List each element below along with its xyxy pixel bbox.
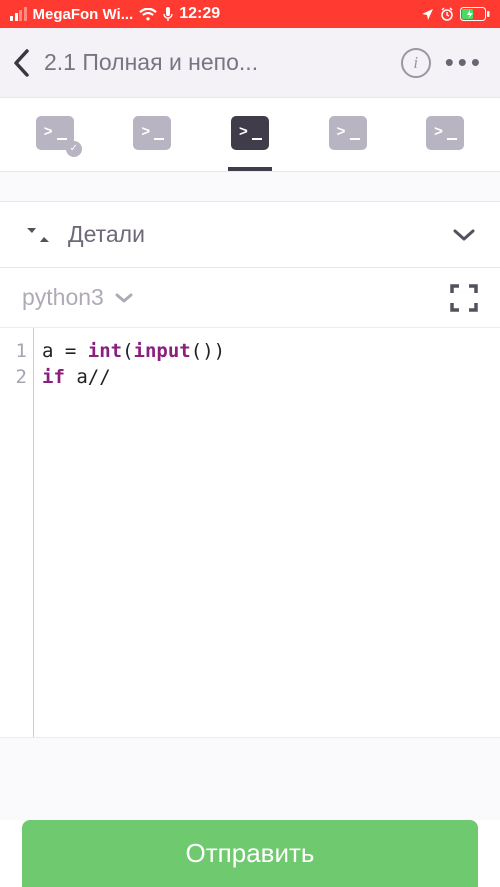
carrier-label: MegaFon Wi...	[33, 6, 134, 23]
signal-icon	[10, 7, 27, 21]
status-left: MegaFon Wi... 12:29	[10, 5, 220, 23]
page-title: 2.1 Полная и непо...	[44, 49, 387, 76]
bottom-gap	[0, 738, 500, 820]
back-button[interactable]	[12, 48, 30, 78]
status-bar: MegaFon Wi... 12:29	[0, 0, 500, 28]
submit-label: Отправить	[186, 838, 315, 869]
tab-4[interactable]	[326, 98, 370, 171]
status-right	[421, 7, 490, 21]
line-gutter: 12	[0, 328, 34, 737]
wifi-icon	[139, 8, 157, 21]
details-icon	[24, 223, 52, 247]
language-bar: python3	[0, 268, 500, 328]
chevron-down-icon[interactable]	[114, 292, 134, 304]
tabs-bar: ✓	[0, 98, 500, 172]
tab-2[interactable]	[130, 98, 174, 171]
code-editor[interactable]: 12 a = int(input()) if a//	[0, 328, 500, 738]
alarm-icon	[440, 7, 454, 21]
location-icon	[421, 8, 434, 21]
terminal-icon	[329, 116, 367, 150]
submit-wrap: Отправить	[0, 820, 500, 887]
gap	[0, 172, 500, 202]
code-area[interactable]: a = int(input()) if a//	[34, 328, 500, 737]
details-label: Детали	[68, 221, 436, 248]
tab-3[interactable]	[228, 98, 272, 171]
language-select[interactable]: python3	[22, 284, 104, 311]
details-bar[interactable]: Детали	[0, 202, 500, 268]
terminal-icon	[133, 116, 171, 150]
more-button[interactable]: •••	[445, 47, 488, 78]
time-label: 12:29	[179, 5, 220, 23]
terminal-icon: ✓	[36, 116, 74, 150]
terminal-icon	[231, 116, 269, 150]
header: 2.1 Полная и непо... i •••	[0, 28, 500, 98]
fullscreen-button[interactable]	[450, 284, 478, 312]
terminal-icon	[426, 116, 464, 150]
mic-icon	[163, 7, 173, 22]
info-button[interactable]: i	[401, 48, 431, 78]
battery-icon	[460, 7, 490, 21]
tab-1[interactable]: ✓	[33, 98, 77, 171]
chevron-down-icon	[452, 228, 476, 242]
tab-5[interactable]	[423, 98, 467, 171]
submit-button[interactable]: Отправить	[22, 820, 478, 887]
